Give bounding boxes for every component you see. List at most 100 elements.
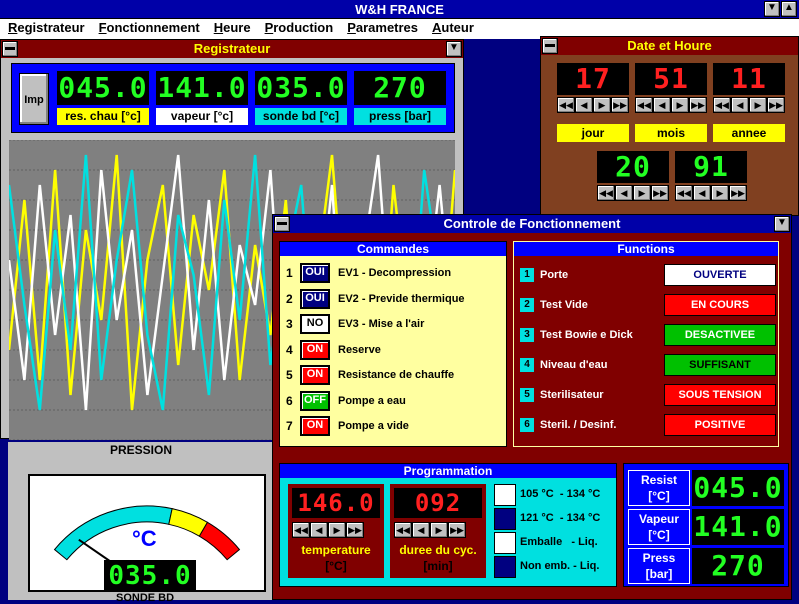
date-spinner-annee[interactable]: ◀◀ ◀ ▶ ▶▶ bbox=[713, 97, 785, 113]
temp-last-button[interactable]: ▶▶ bbox=[346, 522, 364, 538]
controle-title: Controle de Fonctionnement bbox=[443, 216, 621, 231]
date-first-button[interactable]: ◀◀ bbox=[713, 97, 731, 113]
function-status: SOUS TENSION bbox=[664, 384, 776, 406]
commande-row: 5 ON Resistance de chauffe bbox=[286, 364, 454, 386]
date-prev-button[interactable]: ◀ bbox=[731, 97, 749, 113]
time-first-button[interactable]: ◀◀ bbox=[675, 185, 693, 201]
commande-number: 3 bbox=[286, 317, 293, 331]
time-prev-button[interactable]: ◀ bbox=[615, 185, 633, 201]
controle-menu-button[interactable]: ▬ bbox=[274, 216, 290, 232]
time-next-button[interactable]: ▶ bbox=[633, 185, 651, 201]
gauge-footer: SONDE BD bbox=[116, 592, 175, 604]
option-checkbox[interactable] bbox=[494, 484, 516, 506]
commande-toggle[interactable]: NO bbox=[300, 314, 330, 334]
time-first-button[interactable]: ◀◀ bbox=[597, 185, 615, 201]
controle-title-bar: Controle de Fonctionnement ▬ ▼ bbox=[273, 215, 791, 233]
time-last-button[interactable]: ▶▶ bbox=[729, 185, 747, 201]
date-last-button[interactable]: ▶▶ bbox=[689, 97, 707, 113]
date-prev-button[interactable]: ◀ bbox=[653, 97, 671, 113]
time-prev-button[interactable]: ◀ bbox=[693, 185, 711, 201]
duree-prev-button[interactable]: ◀ bbox=[412, 522, 430, 538]
duree-last-button[interactable]: ▶▶ bbox=[448, 522, 466, 538]
temp-next-button[interactable]: ▶ bbox=[328, 522, 346, 538]
date-prev-button[interactable]: ◀ bbox=[575, 97, 593, 113]
commandes-title: Commandes bbox=[280, 242, 506, 256]
temp-first-button[interactable]: ◀◀ bbox=[292, 522, 310, 538]
duree-next-button[interactable]: ▶ bbox=[430, 522, 448, 538]
date-next-button[interactable]: ▶ bbox=[671, 97, 689, 113]
date-last-button[interactable]: ▶▶ bbox=[767, 97, 785, 113]
option-checkbox[interactable] bbox=[494, 556, 516, 578]
menu-item-heure[interactable]: Heure bbox=[214, 20, 251, 39]
pression-title: PRESSION bbox=[109, 443, 172, 457]
function-label: Niveau d'eau bbox=[540, 359, 608, 371]
menu-item-auteur[interactable]: Auteur bbox=[432, 20, 474, 39]
option-checkbox[interactable] bbox=[494, 508, 516, 530]
function-number: 4 bbox=[520, 358, 534, 372]
date-next-button[interactable]: ▶ bbox=[749, 97, 767, 113]
readout-label-2: sonde bd [°c] bbox=[255, 108, 347, 125]
commande-label: Pompe a vide bbox=[338, 420, 409, 432]
commande-row: 6 OFF Pompe a eau bbox=[286, 390, 406, 412]
date-next-button[interactable]: ▶ bbox=[593, 97, 611, 113]
function-row: 3 Test Bowie e Dick bbox=[520, 324, 633, 346]
time-next-button[interactable]: ▶ bbox=[711, 185, 729, 201]
function-row: 6 Steril. / Desinf. bbox=[520, 414, 616, 436]
registrateur-minimize-button[interactable]: ▼ bbox=[446, 41, 462, 57]
menu-item-parametres[interactable]: Parametres bbox=[347, 20, 418, 39]
commande-number: 5 bbox=[286, 368, 293, 382]
side-label-name: Press bbox=[642, 551, 676, 565]
side-value: 270 bbox=[692, 548, 784, 584]
imp-button[interactable]: Imp bbox=[19, 73, 49, 125]
date-window: Date et Houre ▬ 17 ◀◀ ◀ ▶ ▶▶ jour 51 ◀◀ ◀ ▶ ▶▶ mois… bbox=[540, 36, 799, 216]
date-last-button[interactable]: ▶▶ bbox=[611, 97, 629, 113]
side-value: 045.0 bbox=[692, 470, 784, 506]
function-status: SUFFISANT bbox=[664, 354, 776, 376]
side-label-unit: [°C] bbox=[648, 528, 670, 542]
commandes-panel: Commandes 1 OUI EV1 - Decompression 2 OU… bbox=[279, 241, 507, 447]
commande-toggle[interactable]: ON bbox=[300, 339, 330, 360]
commande-toggle[interactable]: OFF bbox=[300, 390, 330, 411]
commande-number: 7 bbox=[286, 419, 293, 433]
option-checkbox[interactable] bbox=[494, 532, 516, 554]
function-row: 5 Sterilisateur bbox=[520, 384, 604, 406]
registrateur-menu-button[interactable]: ▬ bbox=[2, 41, 18, 57]
time-spinner-1[interactable]: ◀◀ ◀ ▶ ▶▶ bbox=[675, 185, 747, 201]
date-value-jour: 17 bbox=[557, 63, 629, 95]
minimize-button[interactable]: ▼ bbox=[764, 1, 780, 17]
commande-number: 1 bbox=[286, 266, 293, 280]
commande-row: 2 OUI EV2 - Previde thermique bbox=[286, 288, 465, 310]
function-number: 2 bbox=[520, 298, 534, 312]
temp-prev-button[interactable]: ◀ bbox=[310, 522, 328, 538]
date-spinner-jour[interactable]: ◀◀ ◀ ▶ ▶▶ bbox=[557, 97, 629, 113]
commande-toggle[interactable]: OUI bbox=[300, 263, 330, 283]
menu-item-production[interactable]: Production bbox=[265, 20, 334, 39]
commande-toggle[interactable]: OUI bbox=[300, 288, 330, 309]
temperature-spinner[interactable]: ◀◀ ◀ ▶ ▶▶ bbox=[292, 522, 364, 538]
date-title-bar: Date et Houre ▬ bbox=[541, 37, 798, 55]
menu-item-fonctionnement[interactable]: Fonctionnement bbox=[99, 20, 200, 39]
duree-label: duree du cyc. bbox=[399, 543, 477, 557]
function-row: 1 Porte bbox=[520, 264, 568, 286]
date-first-button[interactable]: ◀◀ bbox=[635, 97, 653, 113]
commande-label: Resistance de chauffe bbox=[338, 369, 455, 381]
date-first-button[interactable]: ◀◀ bbox=[557, 97, 575, 113]
time-spinner-0[interactable]: ◀◀ ◀ ▶ ▶▶ bbox=[597, 185, 669, 201]
commande-number: 4 bbox=[286, 342, 293, 357]
registrateur-title: Registrateur bbox=[193, 41, 271, 56]
commande-row: 3 NO EV3 - Mise a l'air bbox=[286, 313, 424, 335]
maximize-button[interactable]: ▲ bbox=[781, 1, 797, 17]
duree-first-button[interactable]: ◀◀ bbox=[394, 522, 412, 538]
app-title: W&H FRANCE bbox=[355, 2, 444, 17]
duree-spinner[interactable]: ◀◀ ◀ ▶ ▶▶ bbox=[394, 522, 466, 538]
time-last-button[interactable]: ▶▶ bbox=[651, 185, 669, 201]
commande-label: Pompe a eau bbox=[338, 394, 406, 407]
date-value-mois: 51 bbox=[635, 63, 707, 95]
controle-minimize-button[interactable]: ▼ bbox=[774, 216, 790, 232]
menu-item-registrateur[interactable]: Registrateur bbox=[8, 20, 85, 39]
commande-toggle[interactable]: ON bbox=[300, 365, 330, 385]
date-spinner-mois[interactable]: ◀◀ ◀ ▶ ▶▶ bbox=[635, 97, 707, 113]
function-number: 5 bbox=[520, 388, 534, 402]
commande-toggle[interactable]: ON bbox=[300, 416, 330, 436]
date-menu-button[interactable]: ▬ bbox=[542, 38, 558, 54]
